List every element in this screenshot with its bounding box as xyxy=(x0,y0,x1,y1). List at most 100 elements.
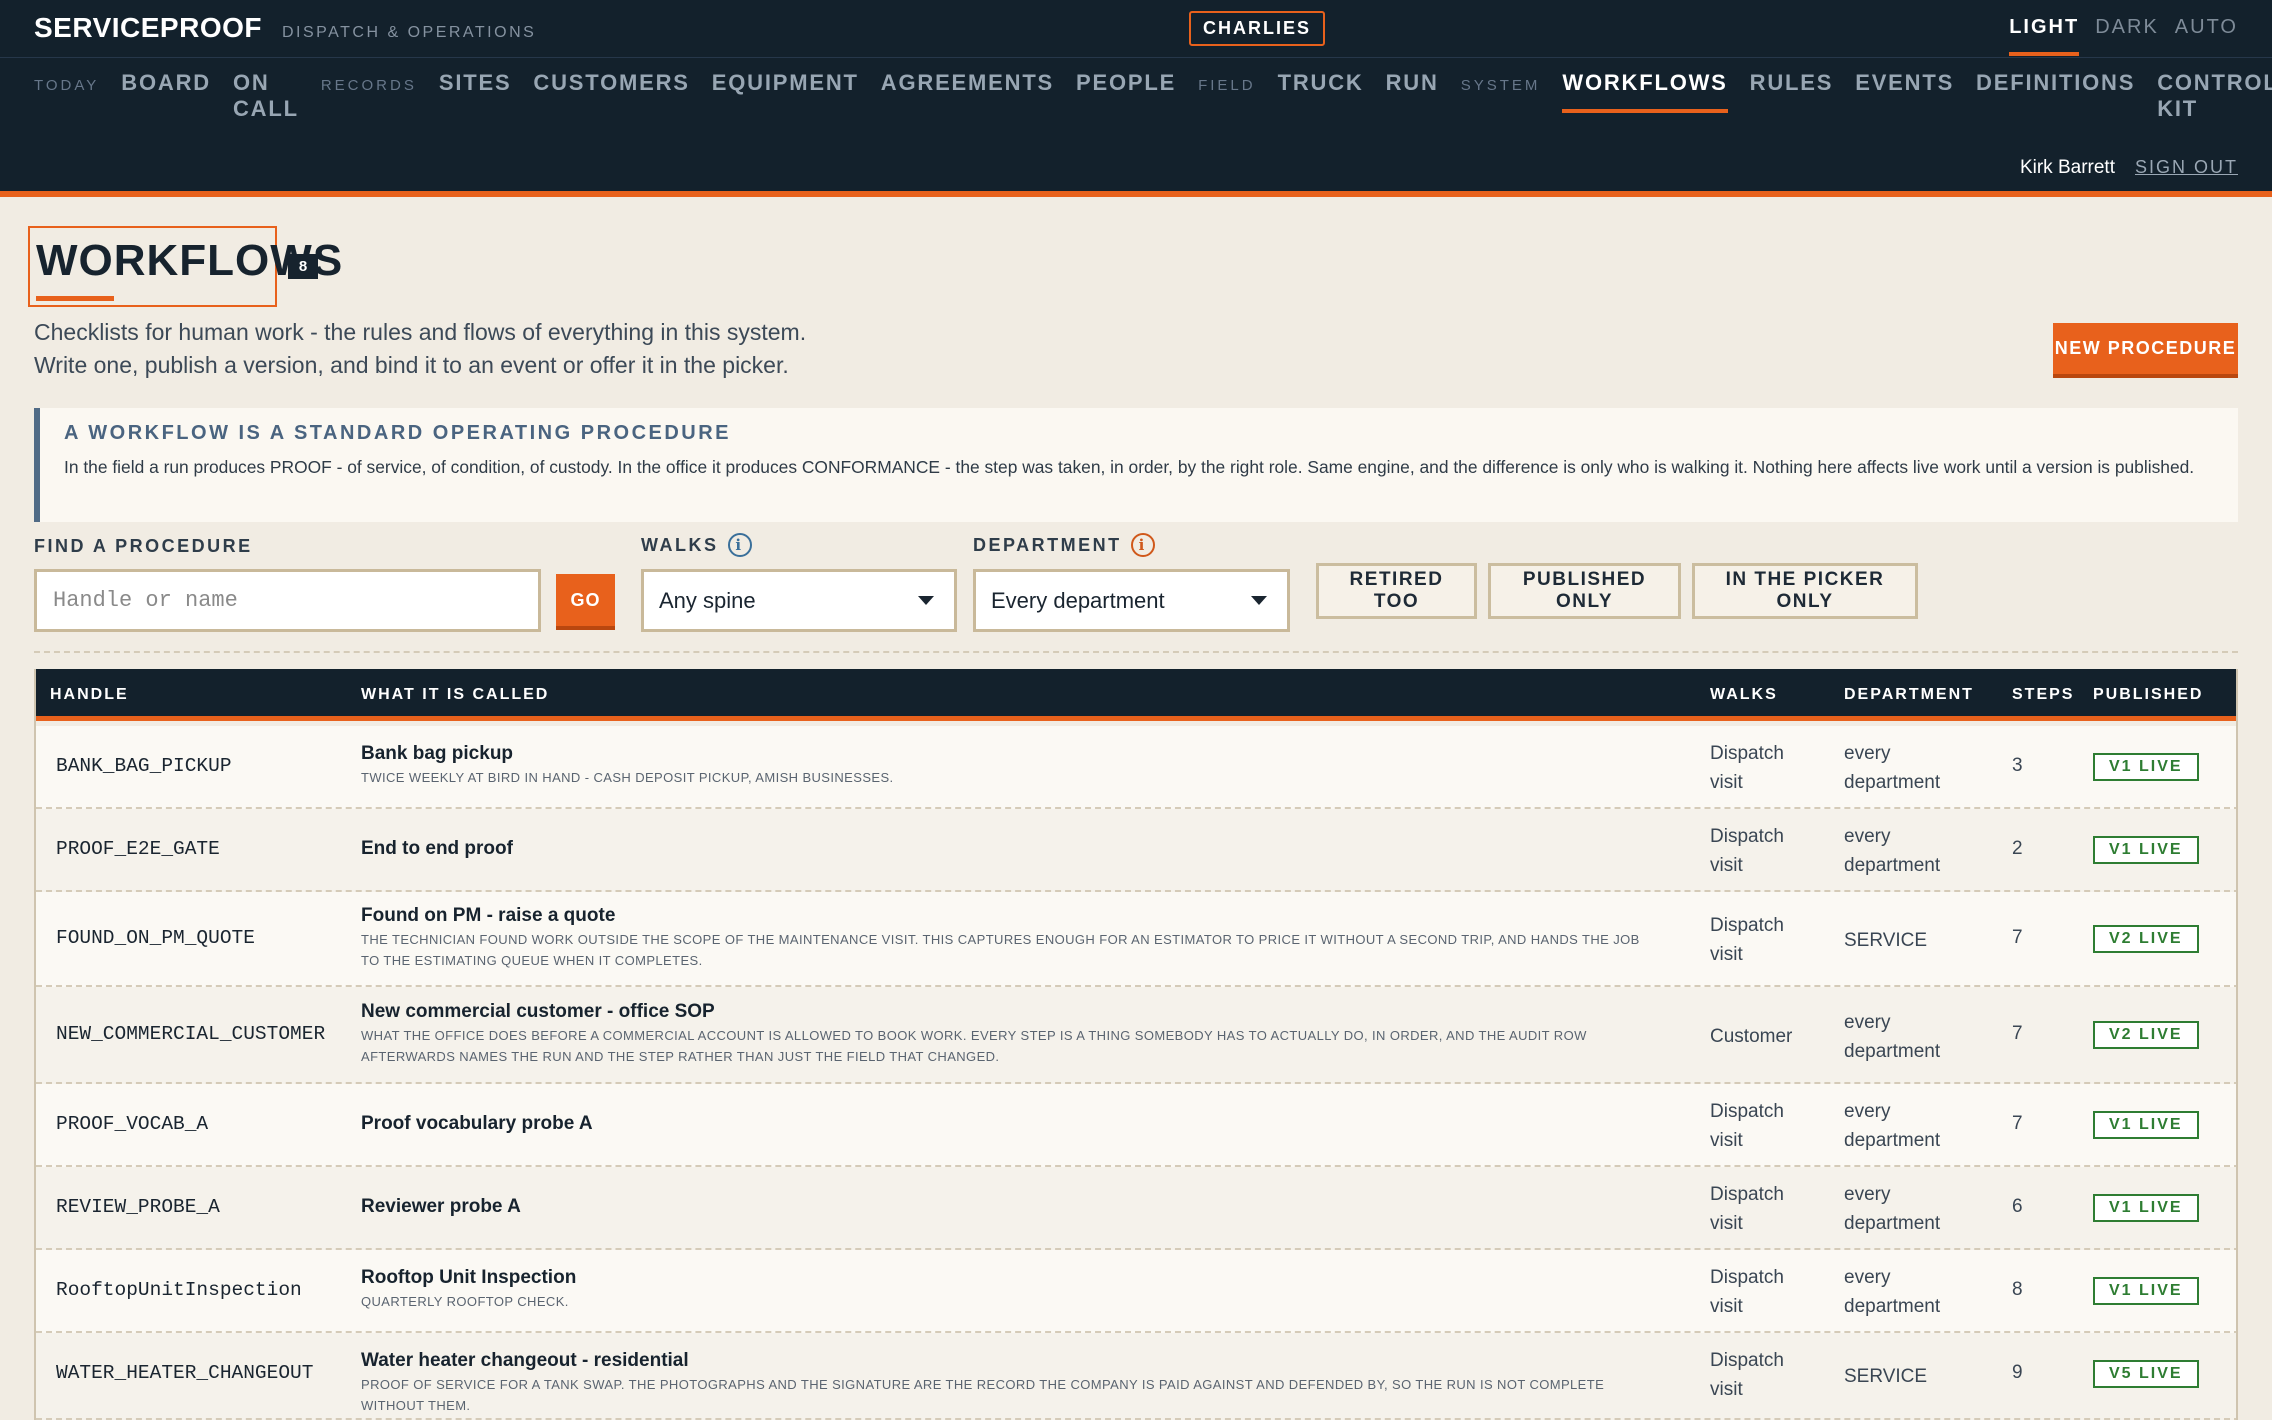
row-name[interactable]: End to end proof xyxy=(361,838,513,860)
brand-subtitle: DISPATCH & OPERATIONS xyxy=(281,24,537,41)
col-steps[interactable]: STEPS xyxy=(2012,686,2074,704)
nav-item-people[interactable]: PEOPLE xyxy=(1076,70,1176,109)
department-select[interactable]: Every department xyxy=(973,569,1290,632)
row-name[interactable]: Reviewer probe A xyxy=(361,1196,521,1218)
nav-item-customers[interactable]: CUSTOMERS xyxy=(533,70,689,109)
status-badge[interactable]: V2 LIVE xyxy=(2093,925,2199,953)
row-handle[interactable]: REVIEW_PROBE_A xyxy=(56,1196,220,1218)
picker-only-toggle[interactable]: IN THE PICKER ONLY xyxy=(1692,563,1918,619)
nav-item-agreements[interactable]: AGREEMENTS xyxy=(881,70,1054,109)
row-dept-1: SERVICE xyxy=(1844,1366,1928,1387)
status-badge[interactable]: V1 LIVE xyxy=(2093,753,2199,781)
row-description: Proof of service for a tank swap. The ph… xyxy=(361,1377,1605,1413)
table-row[interactable]: WATER_HEATER_CHANGEOUT Water heater chan… xyxy=(36,1333,2236,1420)
table-row[interactable]: NEW_COMMERCIAL_CUSTOMER New commercial c… xyxy=(36,987,2236,1084)
search-input[interactable] xyxy=(34,569,541,632)
row-dept-1: every xyxy=(1844,1184,1891,1205)
row-department: every department xyxy=(1844,739,1964,797)
row-title: Found on PM - raise a quote The technici… xyxy=(361,905,1661,971)
nav-item-sites[interactable]: SITES xyxy=(439,70,512,109)
go-button[interactable]: GO xyxy=(556,574,615,630)
row-name[interactable]: Rooftop Unit Inspection xyxy=(361,1267,1661,1289)
row-handle[interactable]: WATER_HEATER_CHANGEOUT xyxy=(56,1362,313,1384)
theme-switcher: LIGHT DARK AUTO xyxy=(2009,16,2238,56)
department-info-icon[interactable]: i xyxy=(1130,533,1155,557)
find-label: FIND A PROCEDURE xyxy=(34,536,253,557)
page-title-box: WORKFLOWS xyxy=(28,226,342,307)
brand[interactable]: SERVICEPROOF DISPATCH & OPERATIONS xyxy=(34,12,536,44)
retired-too-toggle[interactable]: RETIRED TOO xyxy=(1316,563,1477,619)
nav-item-equipment[interactable]: EQUIPMENT xyxy=(712,70,859,109)
tenant-badge[interactable]: CHARLIES xyxy=(1189,11,1326,46)
row-dept-2: department xyxy=(1844,855,1941,876)
row-handle[interactable]: RooftopUnitInspection xyxy=(56,1279,302,1301)
status-badge[interactable]: V2 LIVE xyxy=(2093,1021,2199,1049)
nav-item-board[interactable]: BOARD xyxy=(121,70,211,109)
row-walks: Dispatch visit xyxy=(1710,822,1830,880)
table-row[interactable]: RooftopUnitInspection Rooftop Unit Inspe… xyxy=(36,1250,2236,1333)
row-walks-2: visit xyxy=(1710,855,1743,876)
walks-info-icon[interactable]: i xyxy=(727,533,752,557)
nav-item-on-call[interactable]: ON CALL xyxy=(233,70,299,135)
user-bar: Kirk Barrett SIGN OUT xyxy=(2020,157,2238,179)
nav-item-rules[interactable]: RULES xyxy=(1750,70,1834,109)
nav-item-control-kit[interactable]: CONTROL KIT xyxy=(2157,70,2272,135)
published-only-toggle[interactable]: PUBLISHED ONLY xyxy=(1488,563,1681,619)
nav-item-events[interactable]: EVENTS xyxy=(1855,70,1954,109)
row-title: Bank bag pickup Twice weekly at Bird in … xyxy=(361,743,1661,788)
status-badge[interactable]: V1 LIVE xyxy=(2093,1194,2199,1222)
row-dept-1: every xyxy=(1844,743,1891,764)
table-row[interactable]: FOUND_ON_PM_QUOTE Found on PM - raise a … xyxy=(36,892,2236,987)
row-name[interactable]: Proof vocabulary probe A xyxy=(361,1113,593,1135)
walks-select[interactable]: Any spine xyxy=(641,569,957,632)
table-row[interactable]: PROOF_VOCAB_A Proof vocabulary probe A D… xyxy=(36,1084,2236,1167)
col-name[interactable]: WHAT IT IS CALLED xyxy=(361,686,549,704)
table-row[interactable]: REVIEW_PROBE_A Reviewer probe A Dispatch… xyxy=(36,1167,2236,1250)
filter-divider xyxy=(34,651,2238,653)
row-name[interactable]: Found on PM - raise a quote xyxy=(361,905,1661,927)
nav-item-definitions[interactable]: DEFINITIONS xyxy=(1976,70,2135,109)
theme-auto[interactable]: AUTO xyxy=(2175,16,2238,56)
row-name[interactable]: Bank bag pickup xyxy=(361,743,1661,765)
theme-light[interactable]: LIGHT xyxy=(2009,16,2080,56)
nav-item-workflows[interactable]: WORKFLOWS xyxy=(1562,70,1728,113)
find-label-text: FIND A PROCEDURE xyxy=(34,536,253,556)
user-name: Kirk Barrett xyxy=(2019,157,2115,178)
row-department: every department xyxy=(1844,1097,1964,1155)
row-handle[interactable]: PROOF_E2E_GATE xyxy=(56,838,220,860)
row-handle[interactable]: FOUND_ON_PM_QUOTE xyxy=(56,927,255,949)
col-department[interactable]: DEPARTMENT xyxy=(1844,686,1974,704)
status-badge[interactable]: V5 LIVE xyxy=(2093,1360,2199,1388)
nav-item-truck[interactable]: TRUCK xyxy=(1278,70,1364,109)
row-name[interactable]: Water heater changeout - residential xyxy=(361,1350,1661,1372)
row-walks-1: Dispatch xyxy=(1710,1350,1784,1371)
sign-out-link[interactable]: SIGN OUT xyxy=(2135,157,2238,178)
row-handle[interactable]: BANK_BAG_PICKUP xyxy=(56,755,232,777)
theme-dark[interactable]: DARK xyxy=(2095,16,2159,56)
walks-label: WALKS i xyxy=(641,533,752,557)
nav-item-run[interactable]: RUN xyxy=(1386,70,1439,109)
row-dept-1: every xyxy=(1844,1101,1891,1122)
row-dept-1: SERVICE xyxy=(1844,930,1928,951)
row-dept-2: department xyxy=(1844,1130,1941,1151)
row-handle[interactable]: NEW_COMMERCIAL_CUSTOMER xyxy=(56,1023,325,1045)
status-badge[interactable]: V1 LIVE xyxy=(2093,836,2199,864)
new-procedure-button[interactable]: NEW PROCEDURE xyxy=(2053,323,2238,378)
sop-callout: A WORKFLOW IS A STANDARD OPERATING PROCE… xyxy=(34,408,2238,522)
brand-name: SERVICEPROOF xyxy=(34,12,262,43)
status-badge[interactable]: V1 LIVE xyxy=(2093,1111,2199,1139)
row-walks-2: visit xyxy=(1710,1379,1743,1400)
row-dept-1: every xyxy=(1844,1012,1891,1033)
row-dept-1: every xyxy=(1844,1267,1891,1288)
row-department: SERVICE xyxy=(1844,1362,1964,1391)
col-handle[interactable]: HANDLE xyxy=(50,686,129,704)
table-row[interactable]: PROOF_E2E_GATE End to end proof Dispatch… xyxy=(36,809,2236,892)
callout-title: A WORKFLOW IS A STANDARD OPERATING PROCE… xyxy=(64,422,732,444)
col-walks[interactable]: WALKS xyxy=(1710,686,1778,704)
status-badge[interactable]: V1 LIVE xyxy=(2093,1277,2199,1305)
row-handle[interactable]: PROOF_VOCAB_A xyxy=(56,1113,208,1135)
col-published[interactable]: PUBLISHED xyxy=(2093,686,2203,704)
row-department: every department xyxy=(1844,822,1964,880)
table-row[interactable]: BANK_BAG_PICKUP Bank bag pickup Twice we… xyxy=(36,726,2236,809)
row-name[interactable]: New commercial customer - office SOP xyxy=(361,1001,1661,1023)
